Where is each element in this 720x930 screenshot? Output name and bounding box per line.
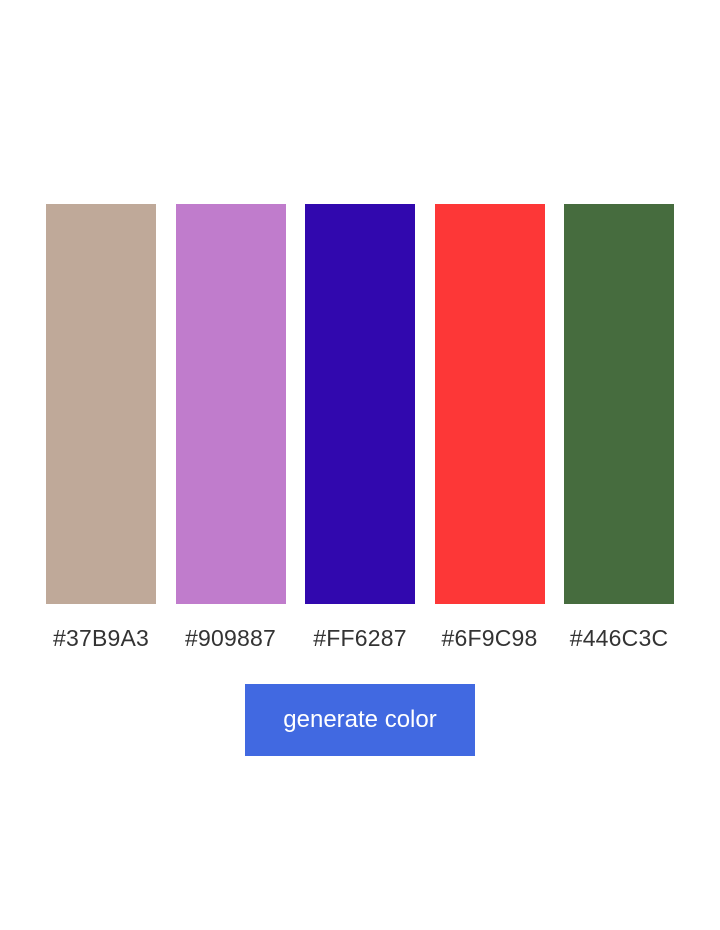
swatch-hex-label: #6F9C98 [441,625,538,651]
swatch-column: #37B9A3 [46,204,156,650]
color-swatch [46,204,156,604]
swatch-hex-label: #37B9A3 [52,625,150,651]
color-palette: #37B9A3 #909887 #FF6287 #6F9C98 #446C3C [46,204,674,650]
swatch-column: #FF6287 [305,204,415,650]
swatch-column: #446C3C [564,204,674,650]
color-swatch [434,204,545,604]
swatch-hex-label: #446C3C [569,625,669,651]
swatch-hex-label: #909887 [185,625,276,651]
swatch-column: #6F9C98 [434,204,545,651]
swatch-column: #909887 [175,204,286,651]
swatch-hex-label: #FF6287 [313,625,407,651]
color-swatch [564,204,674,604]
color-swatch [305,204,415,604]
generate-color-button[interactable]: generate color [245,684,475,756]
color-swatch [175,204,286,604]
